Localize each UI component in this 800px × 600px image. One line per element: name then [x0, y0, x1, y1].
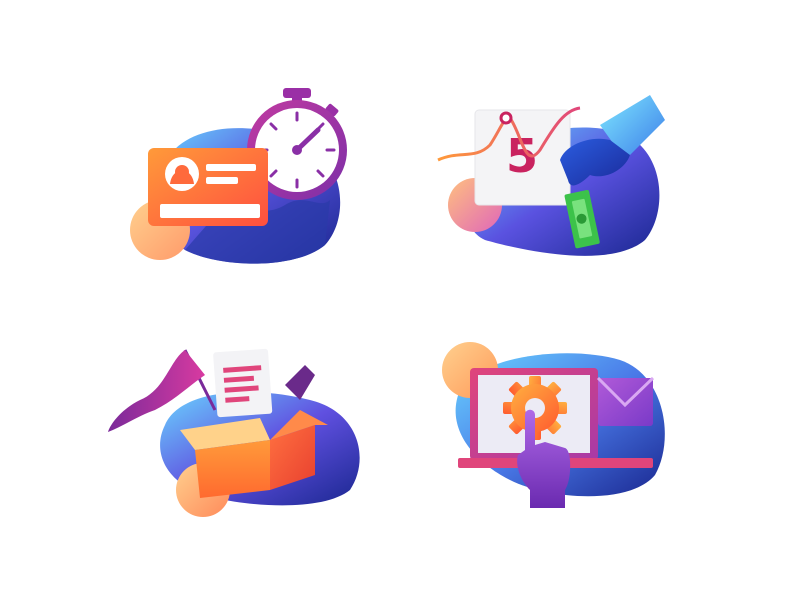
open-box-delivery-icon — [100, 330, 380, 530]
id-card-stopwatch-icon — [100, 80, 360, 280]
laptop-settings-mail-icon — [430, 330, 680, 530]
calendar-payment-icon: 5 — [430, 90, 690, 270]
